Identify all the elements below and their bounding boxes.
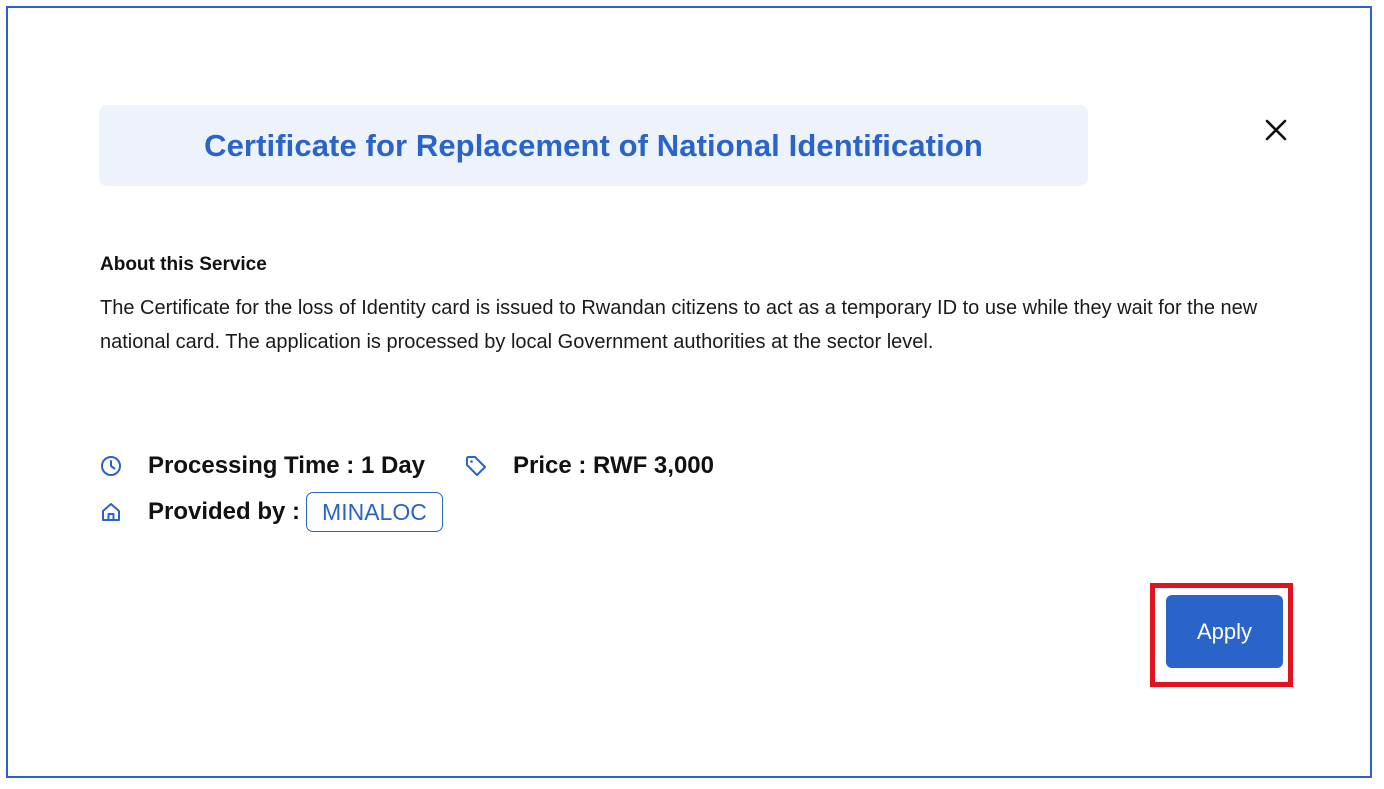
close-button[interactable] [1260, 114, 1292, 146]
clock-icon [100, 455, 122, 477]
about-heading: About this Service [100, 254, 267, 275]
provider-link[interactable]: MINALOC [306, 492, 443, 532]
service-title-banner: Certificate for Replacement of National … [99, 105, 1088, 186]
tag-icon [465, 455, 487, 477]
close-icon [1265, 119, 1287, 141]
price: Price : RWF 3,000 [513, 452, 714, 479]
provided-by-label: Provided by : [148, 498, 301, 525]
provider-row: Provided by : MINALOC [100, 492, 443, 532]
about-description: The Certificate for the loss of Identity… [100, 297, 1258, 353]
service-modal: Certificate for Replacement of National … [6, 6, 1372, 778]
building-icon [100, 501, 122, 523]
processing-time: Processing Time : 1 Day [148, 452, 426, 479]
service-title: Certificate for Replacement of National … [204, 127, 983, 163]
apply-button[interactable]: Apply [1166, 595, 1283, 668]
service-meta-row: Processing Time : 1 Day Price : RWF 3,00… [100, 452, 714, 480]
